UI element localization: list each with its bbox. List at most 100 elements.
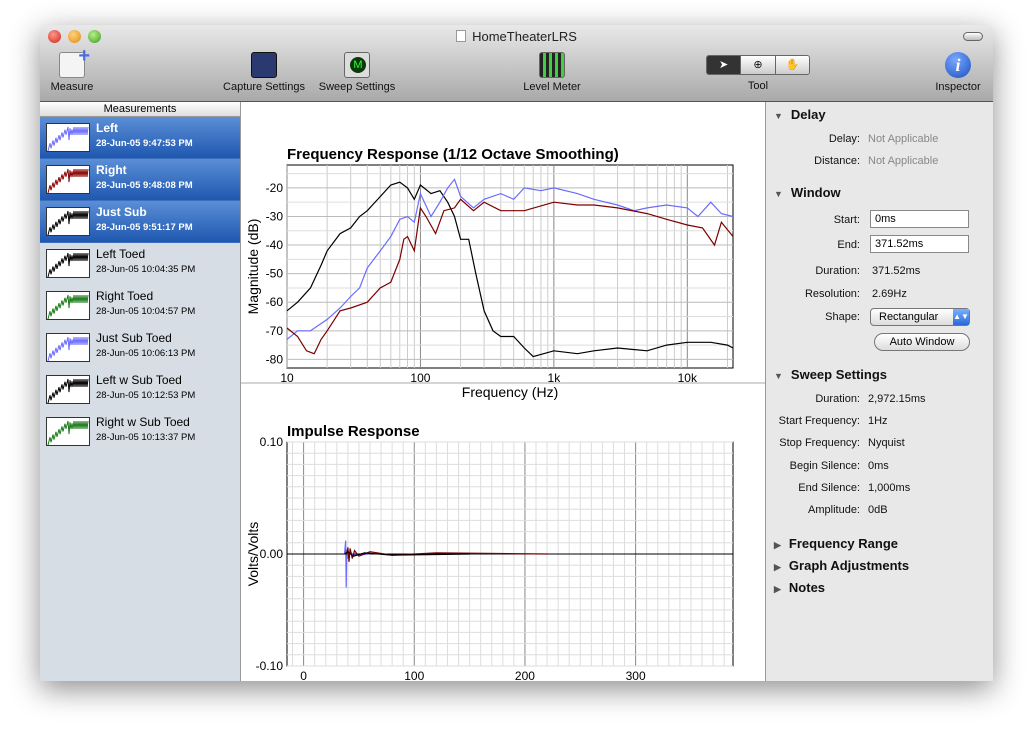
delay-section-header[interactable]: ▼ Delay xyxy=(774,107,826,122)
y-axis-label: Magnitude (dB) xyxy=(245,219,261,315)
measurement-item[interactable]: Just Sub 28-Jun-05 9:51:17 PM xyxy=(40,201,240,243)
chart-1[interactable]: Impulse Response01002003000.100.00-0.10T… xyxy=(245,423,734,681)
measurement-thumbnail xyxy=(46,417,90,446)
inspector-panel: ▼ Delay Delay: Not Applicable Distance: N… xyxy=(765,102,993,681)
tool-control: ➤ ⊕ ✋ Tool xyxy=(706,52,810,92)
measurement-thumbnail xyxy=(46,165,90,194)
begin-silence-value: 0ms xyxy=(868,460,889,472)
measurement-item[interactable]: Left 28-Jun-05 9:47:53 PM xyxy=(40,117,240,159)
capture-settings-icon xyxy=(251,52,277,78)
start-input[interactable]: 0ms xyxy=(870,210,969,228)
shape-label: Shape: xyxy=(825,311,860,323)
disclosure-open-icon: ▼ xyxy=(774,371,783,381)
zoom-tool-icon[interactable]: ⊕ xyxy=(740,56,775,74)
measurements-list: Measurements Left 28-Jun-05 9:47:53 PM R… xyxy=(40,102,241,681)
toolbar-toggle-button[interactable] xyxy=(963,32,983,41)
chart-0[interactable]: Frequency Response (1/12 Octave Smoothin… xyxy=(245,146,734,400)
window-title: HomeTheaterLRS xyxy=(40,29,993,44)
measurement-name: Just Sub xyxy=(96,205,147,219)
capture-settings-button[interactable]: Capture Settings xyxy=(216,52,312,93)
measurement-name: Left xyxy=(96,121,118,135)
sweep-duration-value: 2,972.15ms xyxy=(868,393,926,405)
measurement-name: Just Sub Toed xyxy=(96,331,172,345)
measurement-item[interactable]: Right Toed 28-Jun-05 10:04:57 PM xyxy=(40,285,240,327)
section-title: Graph Adjustments xyxy=(788,558,910,573)
sweep-settings-button[interactable]: M Sweep Settings xyxy=(316,52,398,93)
y-tick-label: 0.00 xyxy=(260,547,284,561)
section-title: Delay xyxy=(790,107,826,122)
pointer-tool-icon[interactable]: ➤ xyxy=(707,56,741,74)
plot-area xyxy=(286,164,734,369)
end-input[interactable]: 371.52ms xyxy=(870,235,969,253)
inspector-label: Inspector xyxy=(935,81,981,93)
disclosure-closed-icon: ▶ xyxy=(774,584,781,594)
y-tick-label: -80 xyxy=(266,352,284,366)
measurement-thumbnail xyxy=(46,291,90,320)
x-tick-label: 200 xyxy=(515,669,535,681)
distance-value: Not Applicable xyxy=(868,155,939,167)
graph-adjustments-section-header[interactable]: ▶ Graph Adjustments xyxy=(774,558,909,573)
measurement-date: 28-Jun-05 10:04:35 PM xyxy=(96,264,196,275)
tool-label: Tool xyxy=(747,80,769,92)
sweep-section-header[interactable]: ▼ Sweep Settings xyxy=(774,367,887,382)
shape-select[interactable]: Rectangular ▲▼ xyxy=(870,308,970,326)
delay-value: Not Applicable xyxy=(868,133,939,145)
stop-frequency-label: Stop Frequency: xyxy=(779,437,860,449)
frequency-range-section-header[interactable]: ▶ Frequency Range xyxy=(774,536,898,551)
distance-label: Distance: xyxy=(814,155,860,167)
measurement-item[interactable]: Left Toed 28-Jun-05 10:04:35 PM xyxy=(40,243,240,285)
measure-button[interactable]: + Measure xyxy=(48,45,96,93)
measurement-thumbnail xyxy=(46,207,90,236)
document-icon xyxy=(456,30,467,42)
shape-value: Rectangular xyxy=(879,311,939,323)
section-title: Notes xyxy=(788,580,826,595)
measurement-item[interactable]: Left w Sub Toed 28-Jun-05 10:12:53 PM xyxy=(40,369,240,411)
measurement-name: Left w Sub Toed xyxy=(96,373,182,387)
graphs[interactable]: Frequency Response (1/12 Octave Smoothin… xyxy=(241,102,765,681)
window-section-header[interactable]: ▼ Window xyxy=(774,185,841,200)
measurements-header[interactable]: Measurements xyxy=(40,102,240,117)
y-tick-label: 0.10 xyxy=(260,435,284,449)
hand-tool-icon[interactable]: ✋ xyxy=(774,56,809,74)
stop-frequency-value: Nyquist xyxy=(868,437,905,449)
sweep-settings-icon: M xyxy=(344,52,370,78)
y-tick-label: -0.10 xyxy=(256,659,284,673)
measurement-thumbnail xyxy=(46,375,90,404)
measurement-thumbnail xyxy=(46,123,90,152)
disclosure-closed-icon: ▶ xyxy=(774,540,781,550)
delay-label: Delay: xyxy=(828,133,860,145)
chart-title: Frequency Response (1/12 Octave Smoothin… xyxy=(287,146,619,163)
amplitude-value: 0dB xyxy=(868,504,888,516)
level-meter-label: Level Meter xyxy=(523,81,581,93)
level-meter-icon xyxy=(539,52,565,78)
start-frequency-label: Start Frequency: xyxy=(778,415,860,427)
x-tick-label: 100 xyxy=(404,669,424,681)
x-tick-label: 10k xyxy=(678,371,698,385)
y-tick-label: -50 xyxy=(266,267,284,281)
measurement-name: Right w Sub Toed xyxy=(96,415,190,429)
measurement-item[interactable]: Right 28-Jun-05 9:48:08 PM xyxy=(40,159,240,201)
end-silence-value: 1,000ms xyxy=(868,482,911,494)
x-tick-label: 100 xyxy=(410,371,430,385)
app-window: HomeTheaterLRS + Measure Capture Settings… xyxy=(40,25,993,681)
auto-window-button[interactable]: Auto Window xyxy=(874,333,970,351)
y-tick-label: -40 xyxy=(266,238,284,252)
measurement-name: Left Toed xyxy=(96,247,146,261)
capture-settings-label: Capture Settings xyxy=(223,81,305,93)
resolution-label: Resolution: xyxy=(804,288,860,300)
duration-label: Duration: xyxy=(815,265,860,277)
graph-area: Frequency Response (1/12 Octave Smoothin… xyxy=(241,102,765,681)
measurement-date: 28-Jun-05 9:48:08 PM xyxy=(96,180,193,191)
measurement-date: 28-Jun-05 9:47:53 PM xyxy=(96,138,193,149)
measurement-thumbnail xyxy=(46,249,90,278)
measurement-item[interactable]: Right w Sub Toed 28-Jun-05 10:13:37 PM xyxy=(40,411,240,453)
end-silence-label: End Silence: xyxy=(798,482,860,494)
y-tick-label: -60 xyxy=(266,295,284,309)
level-meter-button[interactable]: Level Meter xyxy=(516,52,588,93)
notes-section-header[interactable]: ▶ Notes xyxy=(774,580,825,595)
measurement-date: 28-Jun-05 10:04:57 PM xyxy=(96,306,196,317)
y-tick-label: -30 xyxy=(266,209,284,223)
inspector-button[interactable]: i Inspector xyxy=(930,52,986,93)
section-title: Frequency Range xyxy=(788,536,899,551)
measurement-item[interactable]: Just Sub Toed 28-Jun-05 10:06:13 PM xyxy=(40,327,240,369)
